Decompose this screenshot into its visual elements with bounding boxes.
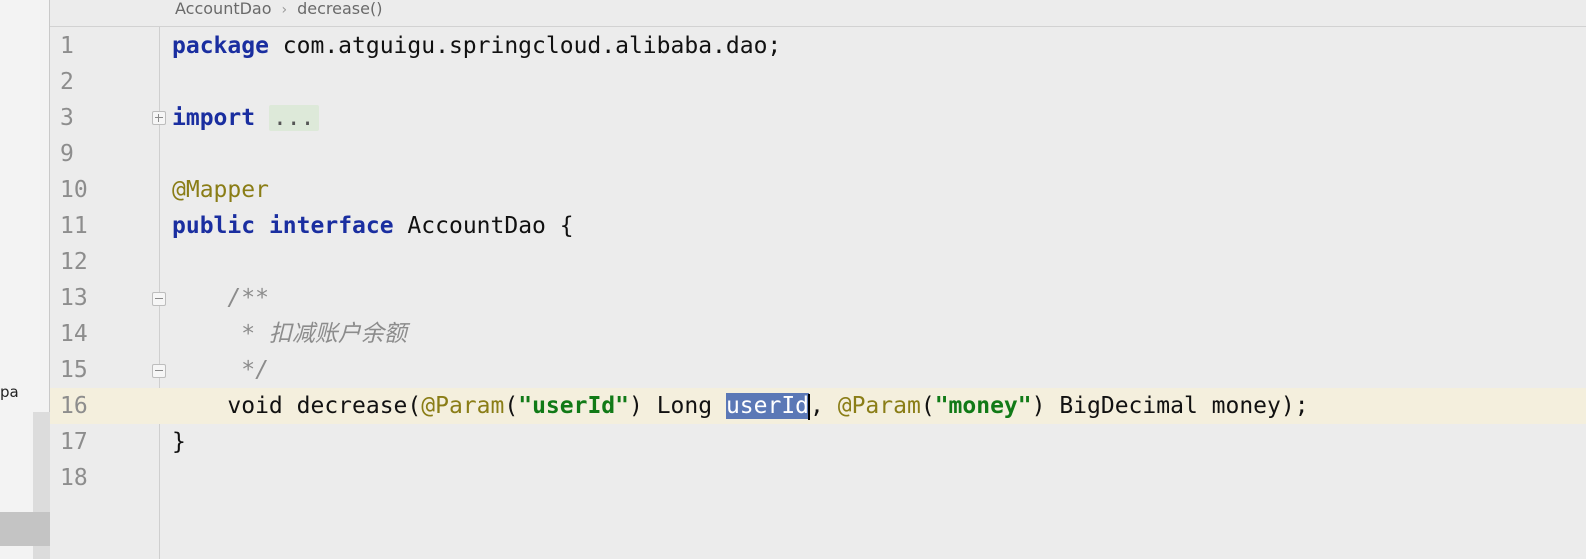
breadcrumb-separator-icon: › <box>281 2 288 18</box>
code-fragment: ( <box>504 393 519 419</box>
code-fragment: com.atguigu.springcloud.alibaba.dao; <box>268 33 782 59</box>
code-line: 11 public interface AccountDao { <box>0 208 1586 244</box>
code-fragment: AccountDao { <box>393 213 574 239</box>
breadcrumb: AccountDao › decrease() <box>50 0 1586 27</box>
line-number: 18 <box>60 465 88 491</box>
doc-comment[interactable]: * 扣减账户余额 <box>172 316 407 352</box>
code-line: 17 } <box>0 424 1586 460</box>
code-fragment: ) BigDecimal money); <box>1031 393 1309 419</box>
code-line: 18 <box>0 460 1586 496</box>
line-number: 9 <box>60 141 74 167</box>
line-number: 10 <box>60 177 88 203</box>
collapse-fold-icon[interactable] <box>152 364 166 378</box>
breadcrumb-item-class[interactable]: AccountDao <box>175 0 272 18</box>
selected-text[interactable]: userId <box>725 393 810 419</box>
doc-comment[interactable]: /** <box>172 280 269 316</box>
keyword: import <box>172 105 256 131</box>
code-line: 12 <box>0 244 1586 280</box>
code-line: 10 @Mapper <box>0 172 1586 208</box>
line-number: 15 <box>60 357 88 383</box>
keyword: void <box>227 393 283 419</box>
annotation: @Param <box>421 393 505 419</box>
folded-imports[interactable]: ... <box>268 105 319 131</box>
code-line: 13 /** <box>0 280 1586 316</box>
line-number: 12 <box>60 249 88 275</box>
code-line: 16 void decrease(@Param("userId") Long u… <box>0 388 1586 424</box>
line-number: 3 <box>60 105 74 131</box>
code-text[interactable]: public interface AccountDao { <box>172 208 574 244</box>
annotation: @Mapper <box>172 177 269 203</box>
code-fragment: , <box>810 393 838 419</box>
collapse-fold-icon[interactable] <box>152 292 166 306</box>
code-fragment: decrease( <box>282 393 422 419</box>
project-tree-selected-row[interactable] <box>0 512 50 546</box>
line-number: 2 <box>60 69 74 95</box>
code-line: 9 <box>0 136 1586 172</box>
code-line: 15 */ <box>0 352 1586 388</box>
expand-fold-icon[interactable] <box>152 111 166 125</box>
code-line: 1 package com.atguigu.springcloud.alibab… <box>0 28 1586 64</box>
code-fragment: ( <box>920 393 935 419</box>
code-fragment: ) Long <box>629 393 726 419</box>
breadcrumb-item-method[interactable]: decrease() <box>297 0 382 18</box>
string-literal: "userId" <box>518 393 629 419</box>
code-line: 14 * 扣减账户余额 <box>0 316 1586 352</box>
line-number: 11 <box>60 213 88 239</box>
line-number: 1 <box>60 33 74 59</box>
line-number: 13 <box>60 285 88 311</box>
code-text[interactable]: import ... <box>172 100 319 136</box>
code-text[interactable]: } <box>172 424 186 460</box>
string-literal: "money" <box>934 393 1032 419</box>
line-number: 17 <box>60 429 88 455</box>
keyword: public <box>172 213 256 239</box>
code-line: 2 <box>0 64 1586 100</box>
code-text[interactable]: void decrease(@Param("userId") Long user… <box>172 388 1309 424</box>
code-text[interactable]: package com.atguigu.springcloud.alibaba.… <box>172 28 781 64</box>
keyword: interface <box>268 213 394 239</box>
line-number: 16 <box>60 393 88 419</box>
keyword: package <box>172 33 269 59</box>
code-line: 3 import ... <box>0 100 1586 136</box>
doc-comment[interactable]: */ <box>172 352 269 388</box>
code-text[interactable]: @Mapper <box>172 172 269 208</box>
annotation: @Param <box>837 393 921 419</box>
line-number: 14 <box>60 321 88 347</box>
